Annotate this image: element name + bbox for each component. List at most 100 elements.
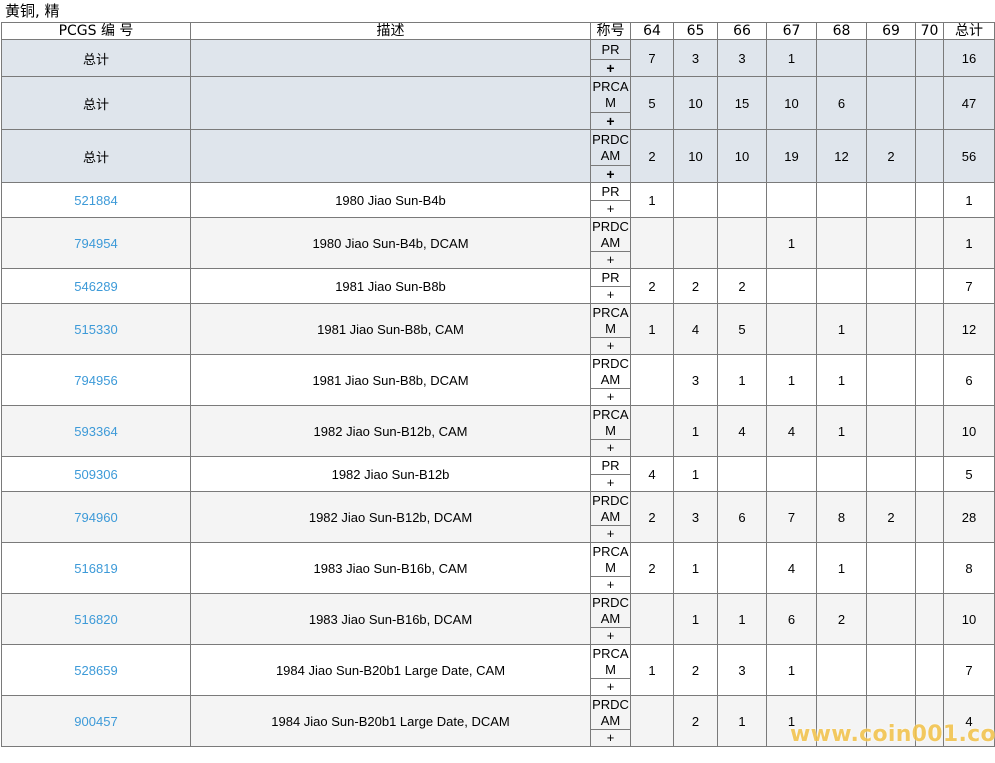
grade-count-cell: 1 xyxy=(717,593,767,645)
description-cell xyxy=(190,39,591,77)
description-cell: 1982 Jiao Sun-B12b, DCAM xyxy=(190,491,591,543)
header-grade-65: 65 xyxy=(673,22,718,40)
table-row: 794960 1982 Jiao Sun-B12b, DCAM PRDC AM +2 3… xyxy=(1,491,995,543)
description-cell: 1983 Jiao Sun-B16b, DCAM xyxy=(190,593,591,645)
pcgs-cell[interactable]: 516820 xyxy=(1,593,191,645)
designation-label: PRDC AM xyxy=(592,355,629,387)
grade-count-cell xyxy=(717,182,767,218)
pcgs-number-link[interactable]: 900457 xyxy=(74,714,117,729)
grade-count-cell xyxy=(816,268,867,304)
plus-designation: + xyxy=(591,112,630,129)
header-pcgs: PCGS 编 号 xyxy=(1,22,191,40)
grade-count-cell: 1 xyxy=(766,354,817,406)
pcgs-cell[interactable]: 794954 xyxy=(1,217,191,269)
header-grade-69: 69 xyxy=(866,22,916,40)
grade-count-cell: 10 xyxy=(766,76,817,130)
grade-count-cell: 1 xyxy=(766,644,817,696)
designation-cell: PRCA M + xyxy=(590,542,631,594)
designation-cell: PRDC AM + xyxy=(590,354,631,406)
plus-designation: + xyxy=(591,627,630,644)
designation-label: PRCA M xyxy=(592,406,629,438)
plus-designation: + xyxy=(591,337,630,354)
plus-designation: + xyxy=(591,165,630,182)
grade-count-cell: 4 xyxy=(630,456,674,492)
grade-count-cell xyxy=(766,268,817,304)
header-total: 总计 xyxy=(943,22,995,40)
grade-count-cell: 1 xyxy=(766,217,817,269)
row-total-cell: 5 xyxy=(943,456,995,492)
row-total-cell: 7 xyxy=(943,644,995,696)
designation-cell: PRDC AM + xyxy=(590,695,631,747)
grade-count-cell: 19 xyxy=(766,129,817,183)
table-row: 528659 1984 Jiao Sun-B20b1 Large Date, CA… xyxy=(1,644,995,696)
designation-cell: PRCA M + xyxy=(590,405,631,457)
pcgs-number-link[interactable]: 515330 xyxy=(74,322,117,337)
header-grade-67: 67 xyxy=(766,22,817,40)
plus-designation: + xyxy=(591,474,630,491)
pcgs-cell[interactable]: 900457 xyxy=(1,695,191,747)
pcgs-cell[interactable]: 546289 xyxy=(1,268,191,304)
grade-count-cell: 4 xyxy=(766,405,817,457)
pcgs-number-link[interactable]: 509306 xyxy=(74,467,117,482)
pcgs-cell[interactable]: 528659 xyxy=(1,644,191,696)
grade-count-cell xyxy=(816,456,867,492)
designation-cell: PRDC AM + xyxy=(590,129,631,183)
grade-count-cell: 2 xyxy=(673,268,718,304)
grade-count-cell xyxy=(915,542,944,594)
row-total-cell: 28 xyxy=(943,491,995,543)
pcgs-number-link[interactable]: 516819 xyxy=(74,561,117,576)
pcgs-number-link[interactable]: 516820 xyxy=(74,612,117,627)
pcgs-number-link[interactable]: 521884 xyxy=(74,193,117,208)
pcgs-number-link[interactable]: 794954 xyxy=(74,236,117,251)
grade-count-cell xyxy=(915,129,944,183)
description-cell: 1981 Jiao Sun-B8b, DCAM xyxy=(190,354,591,406)
grade-count-cell xyxy=(766,456,817,492)
pcgs-cell[interactable]: 516819 xyxy=(1,542,191,594)
table-row: 794956 1981 Jiao Sun-B8b, DCAM PRDC AM +3 1 1… xyxy=(1,354,995,406)
grade-count-cell: 1 xyxy=(673,542,718,594)
row-total-cell: 10 xyxy=(943,593,995,645)
plus-designation: + xyxy=(591,525,630,542)
table-row: 593364 1982 Jiao Sun-B12b, CAM PRCA M +1 4 4 1… xyxy=(1,405,995,457)
pcgs-cell[interactable]: 521884 xyxy=(1,182,191,218)
pcgs-cell[interactable]: 794956 xyxy=(1,354,191,406)
pcgs-number-link[interactable]: 794956 xyxy=(74,373,117,388)
grade-count-cell: 1 xyxy=(673,593,718,645)
row-total-cell: 1 xyxy=(943,217,995,269)
table-body: 总计 PR +7 3 3 1 16 总计 PRCA M +5 10 15 10 6 47 总计 PRDC AM +… xyxy=(1,39,995,747)
designation-label: PRCA M xyxy=(592,543,629,575)
sheet-caption: 黄铜, 精 xyxy=(5,2,60,20)
pcgs-number-link[interactable]: 794960 xyxy=(74,510,117,525)
grade-count-cell xyxy=(866,354,916,406)
designation-cell: PRDC AM + xyxy=(590,491,631,543)
table-row: 546289 1981 Jiao Sun-B8b PR +2 2 2 7 xyxy=(1,268,995,304)
grade-count-cell: 1 xyxy=(766,39,817,77)
grade-count-cell: 2 xyxy=(630,491,674,543)
description-cell: 1984 Jiao Sun-B20b1 Large Date, CAM xyxy=(190,644,591,696)
pcgs-cell[interactable]: 515330 xyxy=(1,303,191,355)
table-row: 516819 1983 Jiao Sun-B16b, CAM PRCA M +2 1 4 1… xyxy=(1,542,995,594)
grade-count-cell xyxy=(816,217,867,269)
grade-count-cell xyxy=(915,456,944,492)
plus-designation: + xyxy=(591,251,630,268)
pcgs-number-link[interactable]: 546289 xyxy=(74,279,117,294)
table-row: 521884 1980 Jiao Sun-B4b PR +1 1 xyxy=(1,182,995,218)
row-total-cell: 8 xyxy=(943,542,995,594)
pcgs-cell[interactable]: 593364 xyxy=(1,405,191,457)
pcgs-cell[interactable]: 509306 xyxy=(1,456,191,492)
description-cell: 1981 Jiao Sun-B8b xyxy=(190,268,591,304)
row-total-cell: 47 xyxy=(943,76,995,130)
row-total-cell: 16 xyxy=(943,39,995,77)
grade-count-cell xyxy=(915,644,944,696)
header-grade-64: 64 xyxy=(630,22,674,40)
pcgs-cell[interactable]: 794960 xyxy=(1,491,191,543)
plus-designation: + xyxy=(591,200,630,217)
header-desc: 描述 xyxy=(190,22,591,40)
grade-count-cell: 2 xyxy=(866,129,916,183)
pcgs-cell: 总计 xyxy=(1,39,191,77)
description-cell: 1984 Jiao Sun-B20b1 Large Date, DCAM xyxy=(190,695,591,747)
pcgs-number-link[interactable]: 593364 xyxy=(74,424,117,439)
pcgs-number-link[interactable]: 528659 xyxy=(74,663,117,678)
grade-count-cell xyxy=(673,217,718,269)
grade-count-cell: 2 xyxy=(630,268,674,304)
